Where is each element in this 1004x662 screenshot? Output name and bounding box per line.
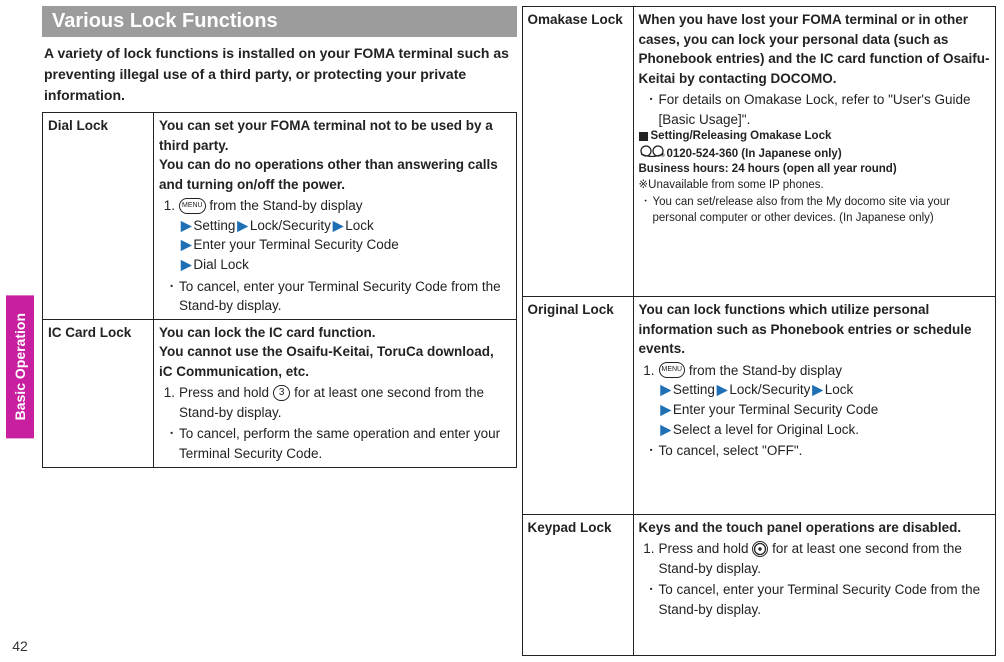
- table-row: Keypad Lock Keys and the touch panel ope…: [522, 514, 996, 655]
- row-name-keypad-lock: Keypad Lock: [522, 514, 633, 655]
- row-body-ic-card-lock: You can lock the IC card function. You c…: [154, 319, 517, 467]
- arrow-icon: ▶: [179, 237, 193, 252]
- row-body-omakase-lock: When you have lost your FOMA terminal or…: [633, 7, 996, 297]
- step-number: 1.: [639, 361, 659, 439]
- list-item: ･ To cancel, select "OFF".: [639, 441, 991, 461]
- text: Lock: [345, 218, 374, 233]
- text: Enter your Terminal Security Code: [193, 237, 398, 252]
- text: Setting: [193, 218, 235, 233]
- list-item: ･ You can set/release also from the My d…: [639, 195, 991, 226]
- step-text: Press and hold 3 for at least one second…: [179, 383, 511, 422]
- text: Lock: [825, 382, 854, 397]
- list-item: ･ To cancel, enter your Terminal Securit…: [639, 580, 991, 619]
- text: To cancel, enter your Terminal Security …: [179, 277, 511, 316]
- center-key-icon: [752, 541, 768, 557]
- text: Lock/Security: [250, 218, 331, 233]
- arrow-icon: ▶: [235, 218, 249, 233]
- svg-text:®: ®: [661, 152, 665, 157]
- text: from the Stand-by display: [685, 363, 842, 378]
- text: Select a level for Original Lock.: [673, 422, 859, 437]
- intro-text: A variety of lock functions is installed…: [42, 43, 517, 106]
- page: Basic Operation 42 Various Lock Function…: [0, 0, 1004, 662]
- row-name-dial-lock: Dial Lock: [43, 113, 154, 320]
- table-row: Original Lock You can lock functions whi…: [522, 297, 996, 515]
- text: Press and hold: [179, 385, 273, 400]
- arrow-icon: ▶: [810, 382, 824, 397]
- list-item: 1. MENU from the Stand-by display ▶Setti…: [639, 361, 991, 439]
- step-number: 1.: [159, 196, 179, 274]
- bullet: ･: [159, 277, 179, 316]
- text: Enter your Terminal Security Code: [673, 402, 878, 417]
- row-body-dial-lock: You can set your FOMA terminal not to be…: [154, 113, 517, 320]
- text: Dial Lock: [193, 257, 249, 272]
- text: To cancel, perform the same operation an…: [179, 424, 511, 463]
- phone-line: ® 0120-524-360 (In Japanese only): [639, 145, 991, 163]
- square-icon: [639, 132, 648, 141]
- dial-lock-desc: You can set your FOMA terminal not to be…: [159, 118, 498, 192]
- row-body-keypad-lock: Keys and the touch panel operations are …: [633, 514, 996, 655]
- row-name-omakase-lock: Omakase Lock: [522, 7, 633, 297]
- page-number: 42: [12, 638, 28, 654]
- bullet: ･: [639, 580, 659, 619]
- text: You can set/release also from the My doc…: [653, 195, 991, 226]
- row-name-original-lock: Original Lock: [522, 297, 633, 515]
- content: Various Lock Functions A variety of lock…: [40, 0, 1004, 662]
- keypad-lock-desc: Keys and the touch panel operations are …: [639, 520, 962, 535]
- left-column: Various Lock Functions A variety of lock…: [42, 6, 517, 656]
- text: Lock/Security: [729, 382, 810, 397]
- text: For details on Omakase Lock, refer to "U…: [659, 90, 991, 129]
- subheading: Setting/Releasing Omakase Lock: [639, 129, 991, 145]
- section-tab: Basic Operation: [6, 295, 34, 438]
- step-text: MENU from the Stand-by display ▶Setting▶…: [659, 361, 991, 439]
- hours: Business hours: 24 hours (open all year …: [639, 162, 991, 178]
- arrow-icon: ▶: [659, 422, 673, 437]
- note: ※Unavailable from some IP phones.: [639, 178, 991, 194]
- step-text: Press and hold for at least one second f…: [659, 539, 991, 578]
- ic-card-lock-desc: You can lock the IC card function. You c…: [159, 325, 494, 379]
- text: Setting: [673, 382, 715, 397]
- table-row: Dial Lock You can set your FOMA terminal…: [43, 113, 517, 320]
- step-text: MENU from the Stand-by display ▶Setting▶…: [179, 196, 511, 274]
- arrow-icon: ▶: [179, 257, 193, 272]
- text: To cancel, select "OFF".: [659, 441, 991, 461]
- text: from the Stand-by display: [206, 198, 363, 213]
- section-heading: Various Lock Functions: [42, 6, 517, 37]
- right-column: Omakase Lock When you have lost your FOM…: [522, 6, 997, 656]
- step-number: 1.: [159, 383, 179, 422]
- freedial-icon: ®: [639, 145, 665, 163]
- row-name-ic-card-lock: IC Card Lock: [43, 319, 154, 467]
- list-item: 1. MENU from the Stand-by display ▶Setti…: [159, 196, 511, 274]
- row-body-original-lock: You can lock functions which utilize per…: [633, 297, 996, 515]
- list-item: ･ To cancel, perform the same operation …: [159, 424, 511, 463]
- list-item: 1. Press and hold for at least one secon…: [639, 539, 991, 578]
- arrow-icon: ▶: [179, 218, 193, 233]
- text: Press and hold: [659, 541, 753, 556]
- menu-key-icon: MENU: [659, 362, 686, 378]
- bullet: ･: [639, 90, 659, 129]
- arrow-icon: ▶: [331, 218, 345, 233]
- table-row: Omakase Lock When you have lost your FOM…: [522, 7, 996, 297]
- bullet: ･: [159, 424, 179, 463]
- arrow-icon: ▶: [659, 402, 673, 417]
- list-item: ･ For details on Omakase Lock, refer to …: [639, 90, 991, 129]
- original-lock-desc: You can lock functions which utilize per…: [639, 302, 972, 356]
- text: To cancel, enter your Terminal Security …: [659, 580, 991, 619]
- arrow-icon: ▶: [715, 382, 729, 397]
- bullet: ･: [639, 195, 653, 226]
- list-item: 1. Press and hold 3 for at least one sec…: [159, 383, 511, 422]
- step-number: 1.: [639, 539, 659, 578]
- bullet: ･: [639, 441, 659, 461]
- arrow-icon: ▶: [659, 382, 673, 397]
- omakase-lock-desc: When you have lost your FOMA terminal or…: [639, 12, 990, 86]
- table-row: IC Card Lock You can lock the IC card fu…: [43, 319, 517, 467]
- menu-key-icon: MENU: [179, 198, 206, 214]
- lock-table-right: Omakase Lock When you have lost your FOM…: [522, 6, 997, 656]
- three-key-icon: 3: [273, 385, 291, 401]
- side-area: Basic Operation 42: [0, 0, 40, 662]
- text: Setting/Releasing Omakase Lock: [651, 130, 832, 142]
- text: 0120-524-360 (In Japanese only): [667, 148, 842, 160]
- lock-table-left: Dial Lock You can set your FOMA terminal…: [42, 112, 517, 468]
- list-item: ･ To cancel, enter your Terminal Securit…: [159, 277, 511, 316]
